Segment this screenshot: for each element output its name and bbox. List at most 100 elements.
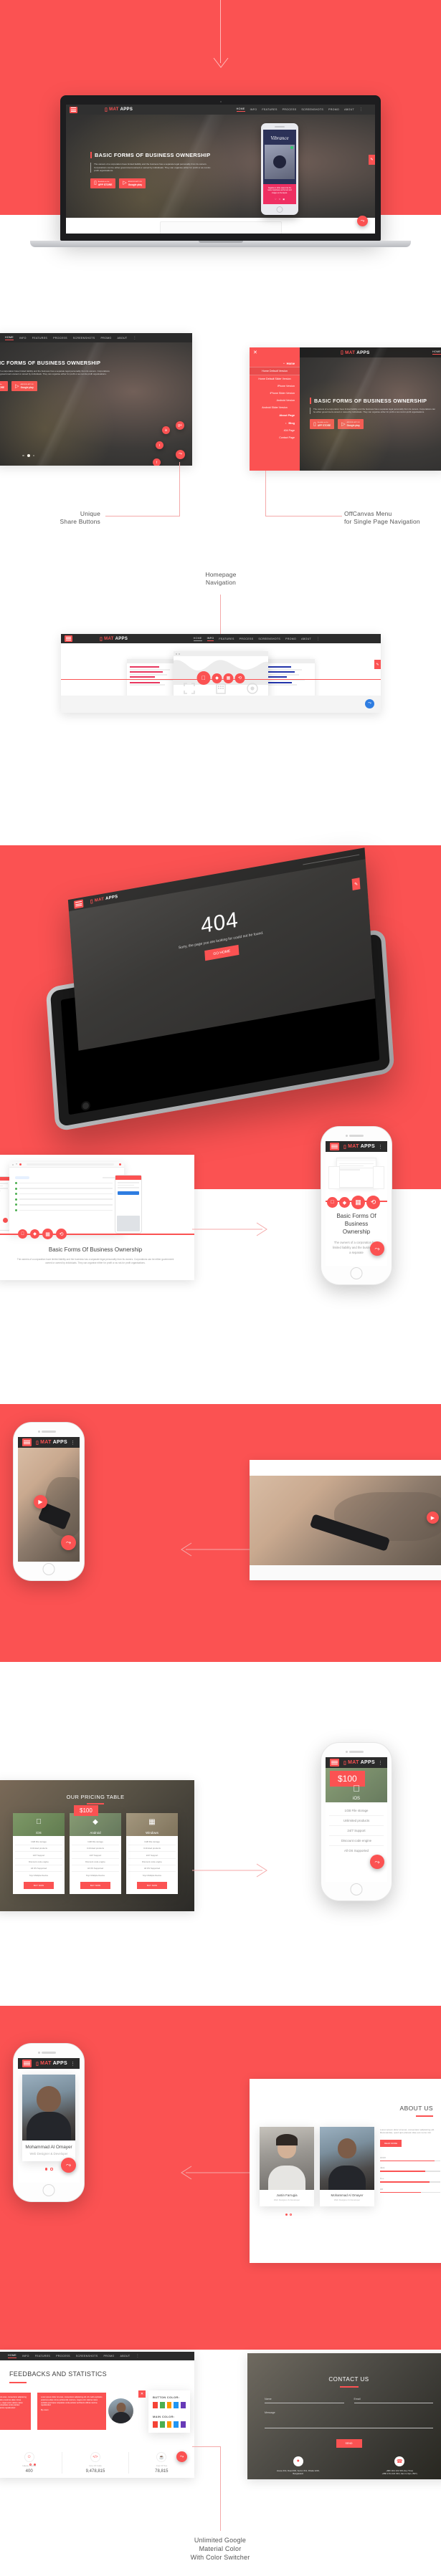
googleplay-button[interactable]: ▷ ANDROID APP ON Google play: [119, 178, 146, 188]
hp-color-switcher-toggle[interactable]: ✎: [374, 660, 381, 669]
share-social-linkedin[interactable]: in: [162, 426, 170, 434]
offcanvas-item-about[interactable]: About Page: [250, 411, 300, 419]
nav-item-info[interactable]: INFO: [250, 108, 257, 111]
video-share-fab[interactable]: ⤳: [61, 1535, 76, 1550]
offcanvas-item-iphone-slider[interactable]: iPhone Slider Version: [250, 390, 300, 397]
hp-menu-toggle-button[interactable]: [65, 635, 72, 642]
offcanvas-nav-home[interactable]: HOME: [432, 350, 441, 355]
iphone-os-android[interactable]: ◆: [339, 1197, 350, 1208]
contact-send-button[interactable]: SEND: [336, 2438, 362, 2448]
brand-logo[interactable]: ▯ MAT APPS: [105, 107, 133, 112]
features-os-windows[interactable]: ▦: [42, 1229, 53, 1239]
features-os-apple[interactable]: : [18, 1229, 27, 1239]
tablet-color-switcher-toggle[interactable]: ✎: [351, 878, 361, 891]
share-social-twitter[interactable]: t: [156, 441, 163, 449]
pricing-buy-button-windows[interactable]: BUY NOW: [137, 1881, 167, 1889]
nav-item-home[interactable]: HOME: [236, 107, 245, 112]
share-fab-button[interactable]: ⤳: [357, 216, 368, 226]
button-swatch-orange[interactable]: [166, 2402, 172, 2408]
hp-brand-logo[interactable]: ▯ MAT APPS: [100, 636, 128, 642]
iphone-os-apple[interactable]: : [327, 1197, 338, 1208]
panel1-googleplay-button[interactable]: ▷ ANDROID APP ON Google play: [11, 380, 37, 391]
pricing-iphone-menu-toggle[interactable]: [330, 1759, 339, 1767]
hp-share-fab[interactable]: ⤳: [365, 699, 374, 708]
panel1-nav-info[interactable]: INFO: [19, 337, 27, 340]
main-swatch-orange[interactable]: [166, 2421, 172, 2428]
hp-nav-process[interactable]: PROCESS: [240, 638, 254, 640]
main-swatch-blue[interactable]: [174, 2421, 179, 2428]
os-button-android[interactable]: ◆: [212, 673, 222, 683]
hp-nav-screenshots[interactable]: SCREENSHOTS: [258, 638, 280, 640]
main-swatch-purple[interactable]: [181, 2421, 186, 2428]
video-iphone-brand-logo[interactable]: ▯ MAT APPS: [36, 1440, 67, 1446]
iphone-os-ubuntu[interactable]: ⟲: [366, 1196, 380, 1209]
menu-toggle-button[interactable]: [70, 106, 77, 113]
panel1-nav-about[interactable]: ABOUT: [118, 337, 128, 340]
os-button-apple[interactable]: : [196, 671, 211, 685]
nav-item-about[interactable]: ABOUT: [344, 108, 354, 111]
feedback-share-fab[interactable]: ⤳: [176, 2451, 187, 2462]
contact-email-input[interactable]: Email: [354, 2398, 433, 2403]
offcanvas-googleplay-button[interactable]: ▷ ANDROID APP ON Google play: [338, 418, 364, 429]
button-swatch-purple[interactable]: [181, 2402, 186, 2408]
pricing-iphone-kebab-icon[interactable]: ⋮: [378, 1760, 383, 1766]
hp-nav-about[interactable]: ABOUT: [301, 638, 311, 640]
team-iphone-share-fab[interactable]: ⤳: [61, 2158, 76, 2173]
iphone-menu-toggle[interactable]: [330, 1143, 339, 1150]
contact-message-input[interactable]: Message: [265, 2411, 433, 2428]
fb-nav-about[interactable]: ABOUT: [120, 2355, 131, 2358]
video-iphone-menu-toggle[interactable]: [22, 1438, 32, 1446]
nav-item-features[interactable]: FEATURES: [262, 108, 277, 111]
iphone-home-button[interactable]: [350, 1267, 363, 1279]
pricing-buy-button-android[interactable]: BUY NOW: [80, 1881, 110, 1889]
iphone-brand-logo[interactable]: ▯ MAT APPS: [343, 1144, 375, 1150]
nav-item-promo[interactable]: PROMO: [328, 108, 339, 111]
pricing-buy-button-ios[interactable]: BUY NOW: [24, 1881, 54, 1889]
hp-nav-info[interactable]: INFO: [207, 637, 214, 641]
iphone-kebab-menu-icon[interactable]: ⋮: [378, 1144, 383, 1150]
features-os-android[interactable]: ◆: [30, 1229, 39, 1239]
os-button-windows[interactable]: ▦: [223, 673, 234, 683]
fb-nav-process[interactable]: PROCESS: [56, 2355, 70, 2358]
fb-nav-info[interactable]: INFO: [22, 2355, 29, 2358]
pricing-iphone-brand-logo[interactable]: ▯ MAT APPS: [343, 1760, 375, 1766]
button-swatch-green[interactable]: [159, 2402, 165, 2408]
panel1-nav-features[interactable]: FEATURES: [32, 337, 47, 340]
nav-item-screenshots[interactable]: SCREENSHOTS: [301, 108, 323, 111]
offcanvas-appstore-button[interactable]: ▯ Available on the APP STORE: [310, 418, 335, 429]
panel1-nav-home[interactable]: HOME: [5, 336, 14, 340]
team-iphone-brand-logo[interactable]: ▯ MAT APPS: [36, 2061, 67, 2067]
fb-nav-home[interactable]: HOME: [8, 2354, 16, 2358]
video-desktop-play-button[interactable]: ▶: [427, 1512, 439, 1524]
offcanvas-item-404[interactable]: 404 Page: [250, 427, 300, 434]
team-iphone-kebab-icon[interactable]: ⋮: [70, 2061, 75, 2067]
main-swatch-green[interactable]: [159, 2421, 165, 2428]
offcanvas-item-home[interactable]: • Home: [250, 360, 300, 367]
share-social-facebook[interactable]: f: [153, 458, 161, 466]
panel1-kebab-menu-icon[interactable]: ⋮: [133, 336, 136, 340]
fb-nav-screenshots[interactable]: SCREENSHOTS: [76, 2355, 98, 2358]
hp-kebab-menu-icon[interactable]: ⋮: [316, 637, 320, 641]
panel1-nav-process[interactable]: PROCESS: [53, 337, 67, 340]
share-main-fab[interactable]: ⤳: [176, 450, 185, 459]
share-social-googleplus[interactable]: g+: [176, 421, 184, 430]
offcanvas-item-blog[interactable]: • Blog: [250, 419, 300, 427]
main-swatch-red[interactable]: [153, 2421, 158, 2428]
button-swatch-red[interactable]: [153, 2402, 158, 2408]
about-carousel-dots[interactable]: [285, 2213, 441, 2216]
offcanvas-item-contact[interactable]: Contact Page: [250, 434, 300, 441]
video-play-button[interactable]: ▶: [34, 1495, 47, 1509]
pricing-iphone-share-fab[interactable]: ⤳: [370, 1855, 384, 1869]
offcanvas-brand-logo[interactable]: ▯ MAT APPS: [341, 350, 370, 356]
button-swatch-blue[interactable]: [174, 2402, 179, 2408]
iphone-os-windows[interactable]: ▦: [351, 1196, 365, 1209]
offcanvas-item-android-slider[interactable]: Android Slider Version: [250, 404, 300, 411]
iphone-share-fab[interactable]: ⤳: [370, 1241, 384, 1256]
team-iphone-menu-toggle[interactable]: [22, 2060, 32, 2067]
nav-item-process[interactable]: PROCESS: [283, 108, 297, 111]
pricing-iphone-home-button[interactable]: [350, 1883, 363, 1895]
offcanvas-item-home-default-slider[interactable]: Home Default Slider Version: [250, 375, 300, 383]
hp-nav-home[interactable]: HOME: [193, 637, 202, 641]
features-os-ubuntu[interactable]: ⟲: [56, 1229, 67, 1239]
about-read-more-button[interactable]: READ MORE: [380, 2139, 402, 2147]
